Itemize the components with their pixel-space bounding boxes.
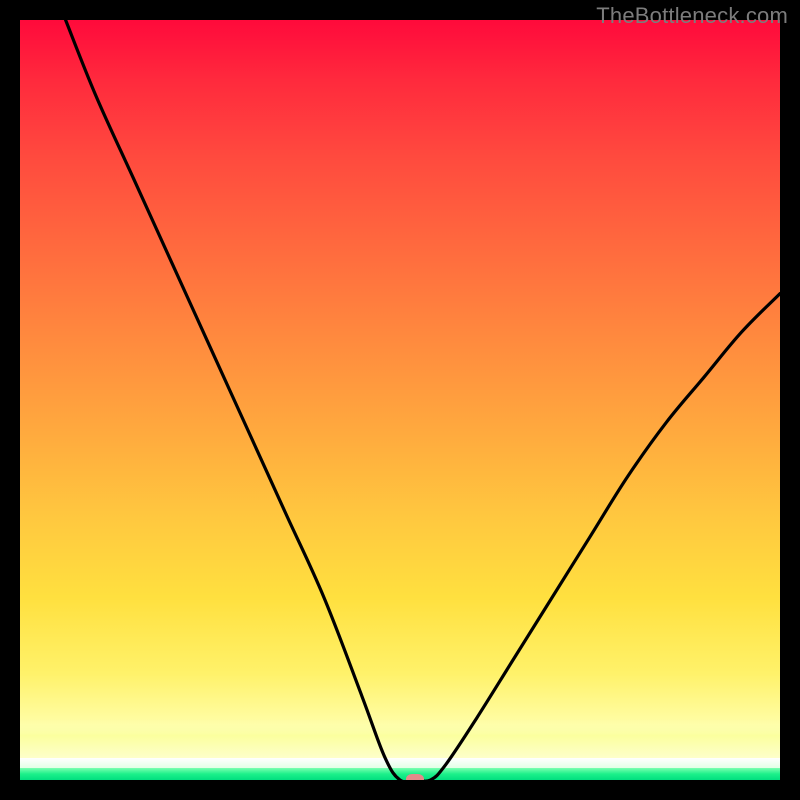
plot-area	[20, 20, 780, 780]
curve-svg	[20, 20, 780, 780]
vertex-marker	[406, 774, 424, 780]
watermark-text: TheBottleneck.com	[596, 3, 788, 29]
bottleneck-curve	[66, 20, 780, 780]
chart-frame: TheBottleneck.com	[0, 0, 800, 800]
